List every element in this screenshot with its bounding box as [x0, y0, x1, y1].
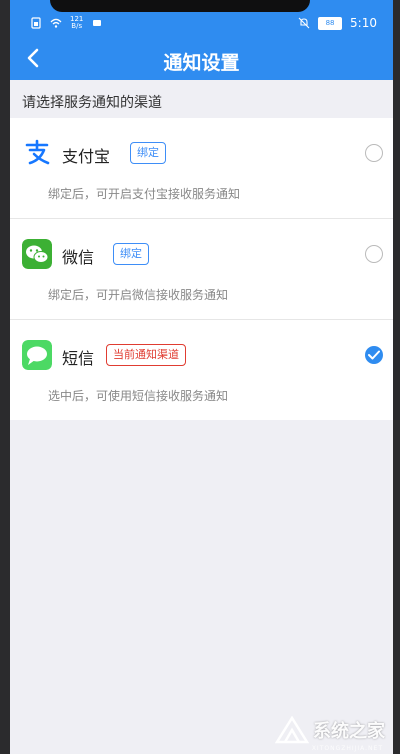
device-bezel-left	[0, 0, 10, 754]
mute-icon	[298, 17, 310, 29]
network-speed-unit: B/s	[71, 22, 83, 30]
channel-name: 短信	[62, 349, 95, 368]
phone-screen: 121 B/s 88 5:10 通知设置 请选择服务通知的渠道 支付宝 绑定 绑	[10, 0, 393, 754]
device-bezel-right	[393, 0, 400, 754]
status-right: 88 5:10	[298, 16, 377, 30]
watermark-logo-icon	[275, 716, 309, 744]
sms-icon	[22, 340, 52, 370]
channel-desc: 绑定后，可开启微信接收服务通知	[48, 288, 229, 302]
watermark: 系统之家	[275, 716, 385, 744]
channel-desc: 选中后，可使用短信接收服务通知	[48, 389, 229, 403]
clock: 5:10	[350, 16, 377, 30]
camera-notch	[50, 0, 310, 12]
watermark-text: 系统之家	[313, 721, 385, 742]
current-channel-badge: 当前通知渠道	[106, 344, 186, 366]
channel-desc: 绑定后，可开启支付宝接收服务通知	[48, 187, 241, 201]
status-left: 121 B/s	[30, 16, 103, 30]
sim-icon	[31, 17, 41, 29]
channel-row-sms[interactable]: 短信 当前通知渠道 选中后，可使用短信接收服务通知	[10, 320, 393, 420]
nav-header: 通知设置	[10, 36, 393, 80]
channel-row-alipay[interactable]: 支付宝 绑定 绑定后，可开启支付宝接收服务通知	[10, 118, 393, 219]
radio-button-unchecked[interactable]	[365, 144, 383, 162]
battery-indicator: 88	[318, 16, 343, 30]
wifi-icon	[50, 18, 62, 28]
channel-name: 微信	[62, 248, 95, 267]
wechat-icon	[22, 239, 52, 269]
notification-icon	[93, 20, 102, 26]
section-label: 请选择服务通知的渠道	[22, 95, 162, 111]
status-bar: 121 B/s 88 5:10	[10, 0, 393, 36]
channel-row-wechat[interactable]: 微信 绑定 绑定后，可开启微信接收服务通知	[10, 219, 393, 320]
channel-name: 支付宝	[62, 147, 111, 166]
checkmark-icon	[368, 350, 380, 360]
network-speed: 121 B/s	[70, 16, 83, 30]
watermark-subtext: XITONGZHIJIA.NET	[311, 745, 383, 752]
alipay-icon	[22, 138, 52, 168]
bind-badge[interactable]: 绑定	[130, 142, 166, 164]
bind-badge[interactable]: 绑定	[113, 243, 149, 265]
channel-list: 支付宝 绑定 绑定后，可开启支付宝接收服务通知 微信 绑定 绑定后，可开启微信接…	[10, 118, 393, 420]
radio-button-unchecked[interactable]	[365, 245, 383, 263]
page-title: 通知设置	[163, 52, 240, 74]
radio-button-checked[interactable]	[365, 346, 383, 364]
